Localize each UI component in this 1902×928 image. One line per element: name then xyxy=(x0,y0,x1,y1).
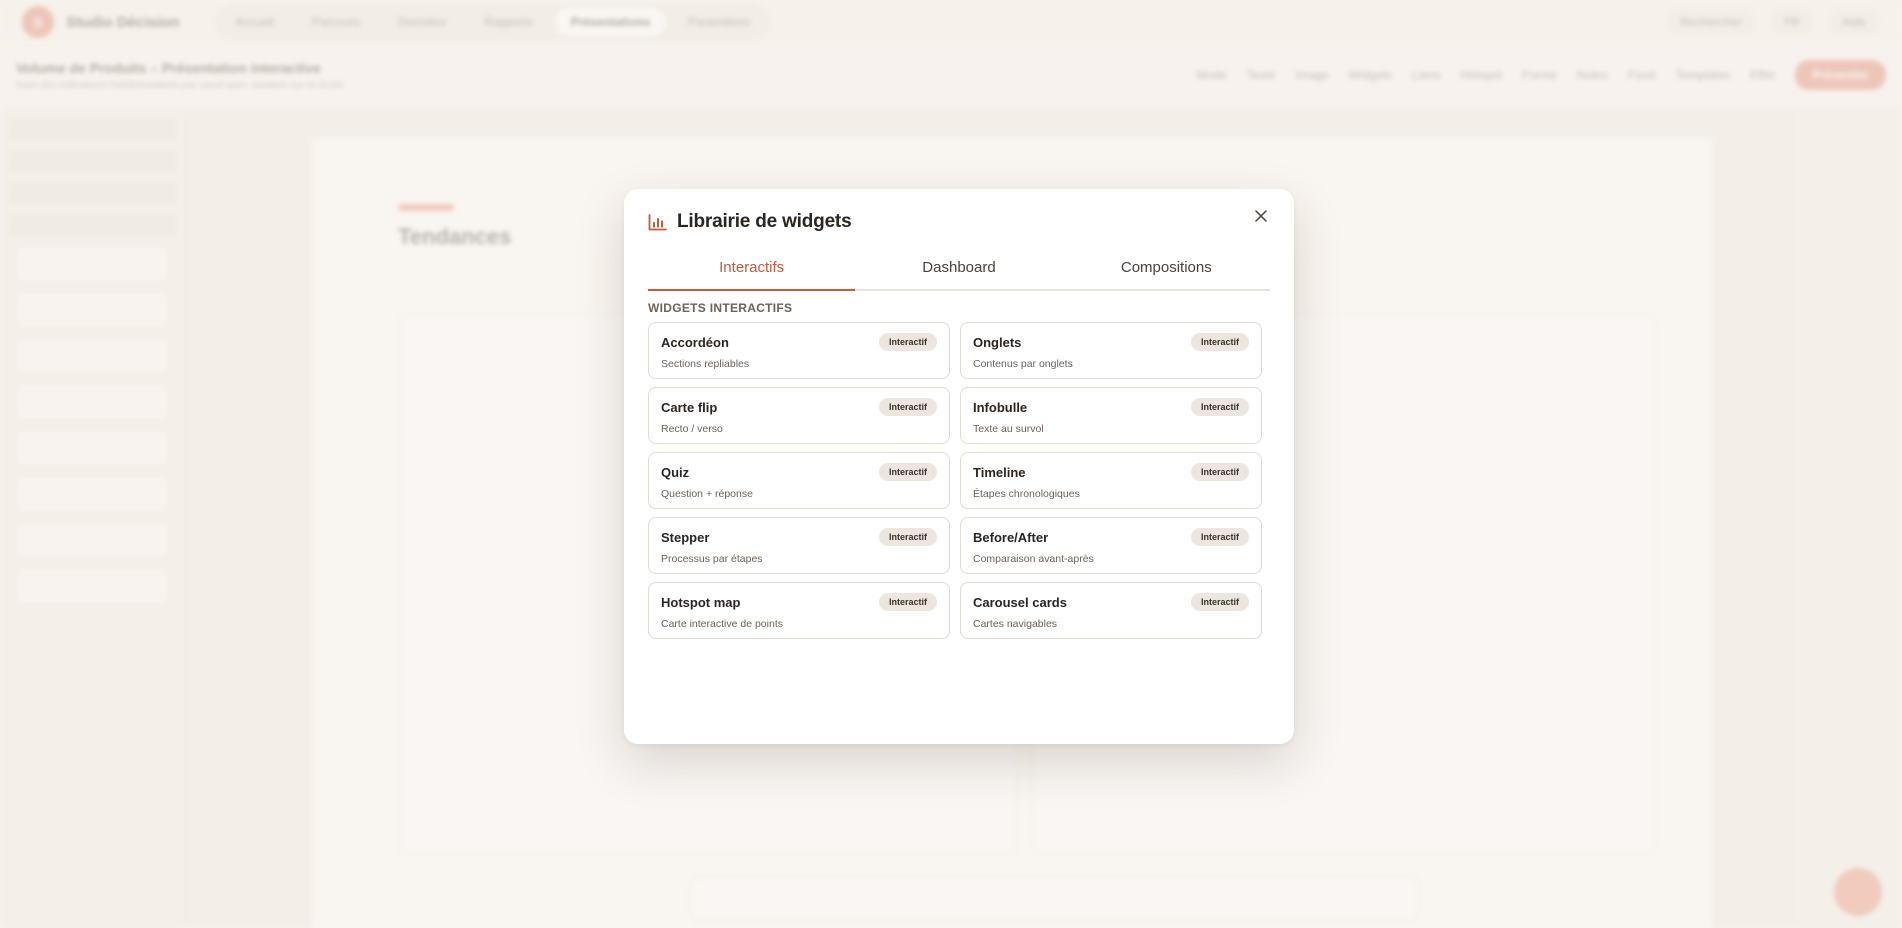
widget-description: Étapes chronologiques xyxy=(973,488,1080,500)
bar-chart-icon xyxy=(648,213,667,231)
widget-card-accordeon[interactable]: Accordéon Interactif Sections repliables xyxy=(648,322,950,379)
widget-library-modal: Librairie de widgets Interactifs Dashboa… xyxy=(624,189,1294,744)
widget-card-timeline[interactable]: Timeline Interactif Étapes chronologique… xyxy=(960,452,1262,509)
widget-card-before-after[interactable]: Before/After Interactif Comparaison avan… xyxy=(960,517,1262,574)
widget-card-onglets[interactable]: Onglets Interactif Contenus par onglets xyxy=(960,322,1262,379)
close-button[interactable] xyxy=(1248,205,1274,231)
widget-description: Carte interactive de points xyxy=(661,618,783,630)
widget-description: Processus par étapes xyxy=(661,553,763,565)
widget-name: Infobulle xyxy=(973,400,1028,415)
widget-description: Contenus par onglets xyxy=(973,358,1073,370)
widget-description: Texte au survol xyxy=(973,423,1044,435)
widget-name: Accordéon xyxy=(661,335,729,350)
widget-description: Cartes navigables xyxy=(973,618,1058,630)
widget-card-carte-flip[interactable]: Carte flip Interactif Recto / verso xyxy=(648,387,950,444)
tab-compositions[interactable]: Compositions xyxy=(1063,255,1270,289)
widget-card-quiz[interactable]: Quiz Interactif Question + réponse xyxy=(648,452,950,509)
widget-badge: Interactif xyxy=(1190,463,1249,481)
widget-badge: Interactif xyxy=(878,593,937,611)
widget-description: Comparaison avant-après xyxy=(973,553,1094,565)
widget-name: Carte flip xyxy=(661,400,718,415)
widget-badge: Interactif xyxy=(1190,333,1249,351)
widget-description: Recto / verso xyxy=(661,423,723,435)
widget-name: Hotspot map xyxy=(661,595,741,610)
widget-badge: Interactif xyxy=(1190,528,1249,546)
widget-badge: Interactif xyxy=(1190,593,1249,611)
tab-interactifs[interactable]: Interactifs xyxy=(648,255,856,291)
widget-description: Question + réponse xyxy=(661,488,753,500)
widget-name: Before/After xyxy=(973,530,1049,545)
widget-card-carousel-cards[interactable]: Carousel cards Interactif Cartes navigab… xyxy=(960,582,1262,639)
section-label: WIDGETS INTERACTIFS xyxy=(648,301,793,315)
widget-badge: Interactif xyxy=(878,398,937,416)
widget-description: Sections repliables xyxy=(661,358,750,370)
widget-badge: Interactif xyxy=(1190,398,1249,416)
widget-card-infobulle[interactable]: Infobulle Interactif Texte au survol xyxy=(960,387,1262,444)
widget-name: Carousel cards xyxy=(973,595,1067,610)
widget-name: Stepper xyxy=(661,530,710,545)
modal-header: Librairie de widgets xyxy=(648,211,852,233)
widget-badge: Interactif xyxy=(878,333,937,351)
widget-badge: Interactif xyxy=(878,528,937,546)
tab-dashboard[interactable]: Dashboard xyxy=(855,255,1062,289)
widget-badge: Interactif xyxy=(878,463,937,481)
widget-card-hotspot-map[interactable]: Hotspot map Interactif Carte interactive… xyxy=(648,582,950,639)
widget-name: Onglets xyxy=(973,335,1022,350)
widget-card-stepper[interactable]: Stepper Interactif Processus par étapes xyxy=(648,517,950,574)
modal-title: Librairie de widgets xyxy=(677,211,852,232)
widget-grid: Accordéon Interactif Sections repliables… xyxy=(648,322,1262,639)
widget-name: Timeline xyxy=(973,465,1026,480)
close-icon xyxy=(1255,209,1267,227)
widget-name: Quiz xyxy=(661,465,690,480)
modal-tabs: Interactifs Dashboard Compositions xyxy=(648,255,1270,291)
